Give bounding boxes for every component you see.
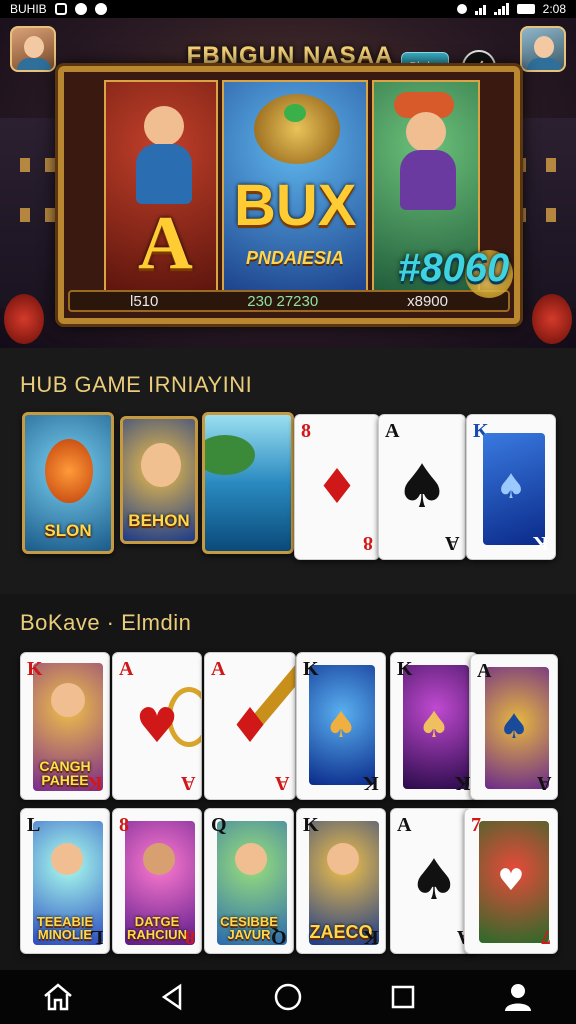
- card-rank-bottom: A: [180, 772, 195, 794]
- playing-card-ace-spades-gold[interactable]: A ♠ A: [470, 654, 558, 800]
- card-rank: K: [27, 658, 43, 680]
- wifi-icon: [474, 3, 486, 15]
- center-sublogo: PNDAIESIA: [245, 248, 344, 268]
- spade-suit-icon: ♠: [417, 705, 451, 746]
- card-rank: K: [397, 658, 413, 680]
- curtain-left-decor: [4, 294, 44, 344]
- playing-card-ace-spades[interactable]: A ♠ A: [378, 414, 466, 560]
- app-root: BUHIB 2:08 FBNGUN NASAA Slnbu: [0, 0, 576, 1024]
- curtain-right-decor: [532, 294, 572, 344]
- card-rank-bottom: K: [455, 772, 471, 794]
- game-card-slon[interactable]: SLON: [22, 412, 114, 554]
- spade-suit-icon: ♠: [495, 467, 527, 507]
- recents-icon: [391, 985, 415, 1009]
- spade-suit-icon: ♠: [498, 707, 530, 747]
- card-rank-bottom: K: [87, 772, 103, 794]
- player-avatar-left[interactable]: [10, 26, 56, 72]
- record-icon: [94, 3, 107, 15]
- card-rank: 7: [471, 814, 481, 836]
- profile-icon: [505, 984, 532, 1011]
- card-rank-bottom: A: [274, 772, 289, 794]
- diamond-suit-icon: ♦: [228, 698, 272, 754]
- alarm-icon: [456, 4, 467, 14]
- card-label: BEHON: [128, 511, 190, 530]
- center-logo: BUX: [234, 173, 357, 238]
- card-rank: A: [397, 814, 412, 836]
- playing-card-seven-hearts[interactable]: 7 ♥ 7: [464, 808, 558, 954]
- nav-home-circle-button[interactable]: [258, 970, 318, 1024]
- nav-profile-button[interactable]: [488, 970, 548, 1024]
- diamond-suit-icon: ♦: [315, 459, 359, 515]
- card-rank: 8: [119, 814, 129, 836]
- card-rank: A: [385, 420, 400, 442]
- game-card-datge-rahciun[interactable]: 8 DATGE RAHCIUN 8: [112, 808, 202, 954]
- card-rank: K: [303, 658, 319, 680]
- game-card-cesibbe-javur[interactable]: Q CESIBBE JAVUR Q: [204, 808, 294, 954]
- card-label: SLON: [44, 521, 92, 540]
- status-bar: BUHIB 2:08: [0, 0, 576, 18]
- player-avatar-right[interactable]: [520, 26, 566, 72]
- clock: 2:08: [542, 2, 566, 16]
- game-card-cangh-pahee[interactable]: K CANGH PAHEE K: [20, 652, 110, 800]
- game-card-zaeco[interactable]: K ZAECO K: [296, 808, 386, 954]
- nav-home-button[interactable]: [28, 970, 88, 1024]
- card-rank-bottom: A: [444, 532, 459, 554]
- hub-game-section: HUB GAME IRNIAYINI SLON BEHON 8 ♦ 8 A ♠ …: [0, 348, 576, 594]
- gallery-icon: [54, 3, 67, 15]
- notification-icon: [74, 3, 87, 15]
- playing-card-king-spades[interactable]: K ♠ K: [466, 414, 556, 560]
- playing-card-ace-hearts[interactable]: A ♥ A: [112, 652, 202, 800]
- card-rank-bottom: 8: [185, 926, 195, 948]
- game-card-teeabie-minolie[interactable]: L TEEABIE MINOLIE L: [20, 808, 110, 954]
- playing-card-king-spades-purple[interactable]: K ♠ K: [390, 652, 478, 800]
- home-circle-icon: [274, 983, 302, 1011]
- spade-suit-icon: ♠: [324, 705, 358, 746]
- card-rank-bottom: K: [533, 532, 549, 554]
- nav-back-button[interactable]: [143, 970, 203, 1024]
- battery-icon: [516, 4, 535, 14]
- card-rank: A: [119, 658, 134, 680]
- slot-panel-left: A: [104, 80, 218, 298]
- spade-suit-icon: ♠: [395, 452, 449, 522]
- slot-letter: A: [138, 201, 193, 285]
- playing-card-8-diamonds[interactable]: 8 ♦ 8: [294, 414, 380, 560]
- nav-recents-button[interactable]: [373, 970, 433, 1024]
- reel-value-2: 230 27230: [247, 292, 319, 310]
- section-title-bokave: BoKave · Elmdin: [20, 610, 192, 635]
- hero-banner[interactable]: FBNGUN NASAA Slnbu A BUX PNDAIESIA: [0, 18, 576, 348]
- playing-card-king-spades-blue[interactable]: K ♠ K: [296, 652, 386, 800]
- status-carrier-text: BUHIB: [10, 2, 47, 16]
- card-rank-bottom: L: [89, 926, 103, 948]
- reel-values-bar: l510 230 27230 x8900: [68, 290, 510, 312]
- heart-suit-icon: ♥: [497, 863, 525, 898]
- card-rank-bottom: K: [363, 772, 379, 794]
- card-rank-bottom: A: [536, 772, 551, 794]
- card-rank-bottom: K: [363, 926, 379, 948]
- bokave-section: BoKave · Elmdin K CANGH PAHEE K A ♥ A A …: [0, 594, 576, 970]
- heart-suit-icon: ♥: [135, 698, 179, 754]
- card-rank: Q: [211, 814, 227, 836]
- section-title-hub: HUB GAME IRNIAYINI: [20, 372, 253, 397]
- game-card-behon[interactable]: BEHON: [120, 416, 198, 544]
- reel-value-1: l510: [130, 292, 159, 310]
- card-rank: A: [211, 658, 226, 680]
- back-icon: [161, 983, 182, 1011]
- navigation-bar: [0, 970, 576, 1024]
- card-rank-bottom: Q: [271, 926, 287, 948]
- jackpot-amount: #8060: [398, 246, 510, 290]
- card-rank: 8: [301, 420, 311, 442]
- card-rank: K: [303, 814, 319, 836]
- spade-suit-icon: ♠: [408, 848, 460, 913]
- card-rank-bottom: 8: [363, 532, 373, 554]
- card-rank: L: [27, 814, 41, 836]
- home-icon: [43, 983, 72, 1011]
- slot-panel-center: BUX PNDAIESIA: [222, 80, 368, 298]
- signal-icon: [493, 3, 509, 15]
- playing-card-ace-diamonds[interactable]: A ♦ A: [204, 652, 296, 800]
- card-rank: A: [477, 660, 492, 682]
- game-card-ocean[interactable]: [202, 412, 294, 554]
- card-rank-bottom: 7: [541, 926, 551, 948]
- reel-value-3: x8900: [407, 292, 448, 310]
